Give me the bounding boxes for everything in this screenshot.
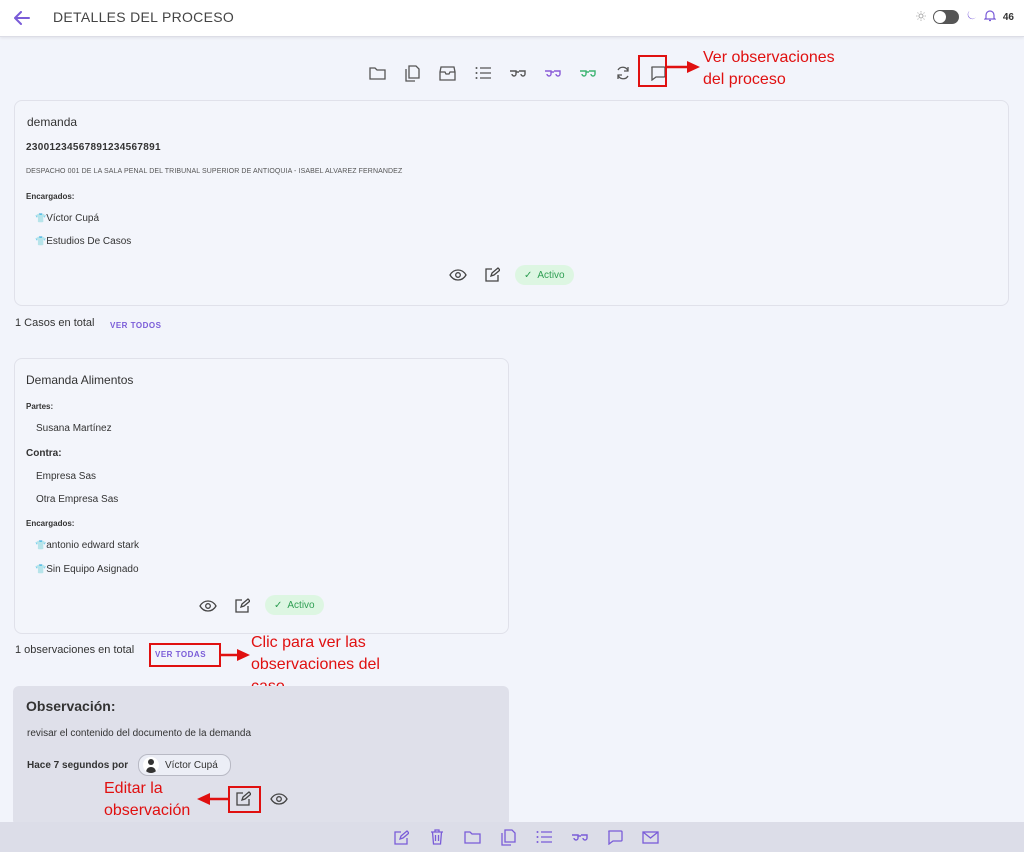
observation-card: Observación: revisar el contenido del do… bbox=[13, 686, 509, 826]
author-chip[interactable]: Víctor Cupá bbox=[138, 754, 231, 776]
author-name: Víctor Cupá bbox=[165, 759, 218, 771]
folder-icon[interactable] bbox=[455, 822, 491, 852]
check-icon: ✓ bbox=[524, 269, 533, 281]
process-office: DESPACHO 001 DE LA SALA PENAL DEL TRIBUN… bbox=[26, 168, 403, 175]
against-item: Empresa Sas bbox=[36, 471, 97, 482]
eye-icon[interactable] bbox=[449, 268, 467, 286]
bottom-toolbar bbox=[0, 822, 1024, 852]
glasses-icon[interactable] bbox=[500, 62, 535, 84]
cases-total: 1 Casos en total bbox=[15, 317, 95, 329]
documents-icon[interactable] bbox=[395, 62, 430, 84]
view-observation-icon[interactable] bbox=[270, 792, 288, 810]
assigned-item: 👕Víctor Cupá bbox=[35, 213, 100, 224]
process-name: demanda bbox=[27, 115, 78, 129]
process-number: 23001234567891234567891 bbox=[26, 142, 161, 153]
parties-label: Partes: bbox=[26, 402, 54, 411]
team-icon: 👕 bbox=[35, 564, 47, 574]
process-toolbar bbox=[360, 62, 675, 84]
highlight-view-all-box bbox=[149, 643, 221, 667]
status-badge: ✓ Activo bbox=[515, 265, 574, 285]
annotation-edit-line1: Editar la bbox=[104, 780, 163, 797]
against-label: Contra: bbox=[26, 448, 62, 459]
edit-icon[interactable] bbox=[235, 598, 251, 618]
documents-icon[interactable] bbox=[491, 822, 527, 852]
avatar bbox=[143, 757, 159, 773]
process-card: demanda 23001234567891234567891 DESPACHO… bbox=[14, 100, 1009, 306]
case-name: Demanda Alimentos bbox=[26, 373, 134, 387]
glasses-icon[interactable] bbox=[562, 822, 598, 852]
annotation-mid-line1: Clic para ver las bbox=[251, 634, 366, 651]
eye-icon[interactable] bbox=[199, 599, 217, 617]
team-icon: 👕 bbox=[35, 236, 47, 246]
theme-toggle[interactable] bbox=[932, 10, 959, 24]
annotation-mid-line2: observaciones del bbox=[251, 656, 380, 673]
list-icon[interactable] bbox=[465, 62, 500, 84]
bell-icon[interactable] bbox=[983, 9, 997, 25]
highlight-comment-box bbox=[638, 55, 667, 87]
notification-count: 46 bbox=[1002, 11, 1014, 23]
shirt-icon: 👕 bbox=[35, 213, 47, 223]
against-item: Otra Empresa Sas bbox=[36, 494, 119, 505]
highlight-edit-box bbox=[228, 786, 261, 813]
moon-icon bbox=[966, 10, 977, 24]
status-badge: ✓ Activo bbox=[265, 595, 324, 615]
top-bar: DETALLES DEL PROCESO 46 bbox=[0, 0, 1024, 37]
refresh-icon[interactable] bbox=[605, 62, 640, 84]
glasses-green-icon[interactable] bbox=[570, 62, 605, 84]
trash-icon[interactable] bbox=[420, 822, 456, 852]
observation-heading: Observación: bbox=[26, 698, 116, 714]
party-item: Susana Martínez bbox=[36, 423, 112, 434]
sun-icon bbox=[915, 10, 926, 24]
assigned-label: Encargados: bbox=[26, 519, 75, 528]
annotation-arrow-mid bbox=[221, 649, 250, 661]
view-all-cases-link[interactable]: VER TODOS bbox=[110, 321, 161, 330]
annotation-top-line1: Ver observaciones bbox=[703, 49, 835, 66]
edit-icon[interactable] bbox=[384, 822, 420, 852]
shirt-icon: 👕 bbox=[35, 540, 47, 550]
annotation-arrow-top bbox=[667, 61, 700, 73]
edit-icon[interactable] bbox=[485, 267, 501, 287]
annotation-arrow-edit bbox=[197, 793, 228, 805]
folder-icon[interactable] bbox=[360, 62, 395, 84]
annotation-top-line2: del proceso bbox=[703, 71, 786, 88]
assigned-item: 👕Estudios De Casos bbox=[35, 236, 132, 247]
list-icon[interactable] bbox=[526, 822, 562, 852]
archive-icon[interactable] bbox=[430, 62, 465, 84]
page-title: DETALLES DEL PROCESO bbox=[53, 9, 235, 25]
back-arrow-icon[interactable] bbox=[12, 8, 32, 28]
mail-icon[interactable] bbox=[633, 822, 669, 852]
assigned-item: 👕Sin Equipo Asignado bbox=[35, 564, 139, 575]
observation-text: revisar el contenido del documento de la… bbox=[27, 728, 252, 739]
case-card: Demanda Alimentos Partes: Susana Martíne… bbox=[14, 358, 509, 634]
assigned-label: Encargados: bbox=[26, 192, 75, 201]
check-icon: ✓ bbox=[274, 599, 283, 611]
observations-total: 1 observaciones en total bbox=[15, 644, 135, 656]
annotation-edit-line2: observación bbox=[104, 802, 191, 819]
assigned-item: 👕antonio edward stark bbox=[35, 540, 140, 551]
observation-time: Hace 7 segundos por bbox=[27, 760, 129, 771]
glasses-purple-icon[interactable] bbox=[535, 62, 570, 84]
comment-icon[interactable] bbox=[597, 822, 633, 852]
